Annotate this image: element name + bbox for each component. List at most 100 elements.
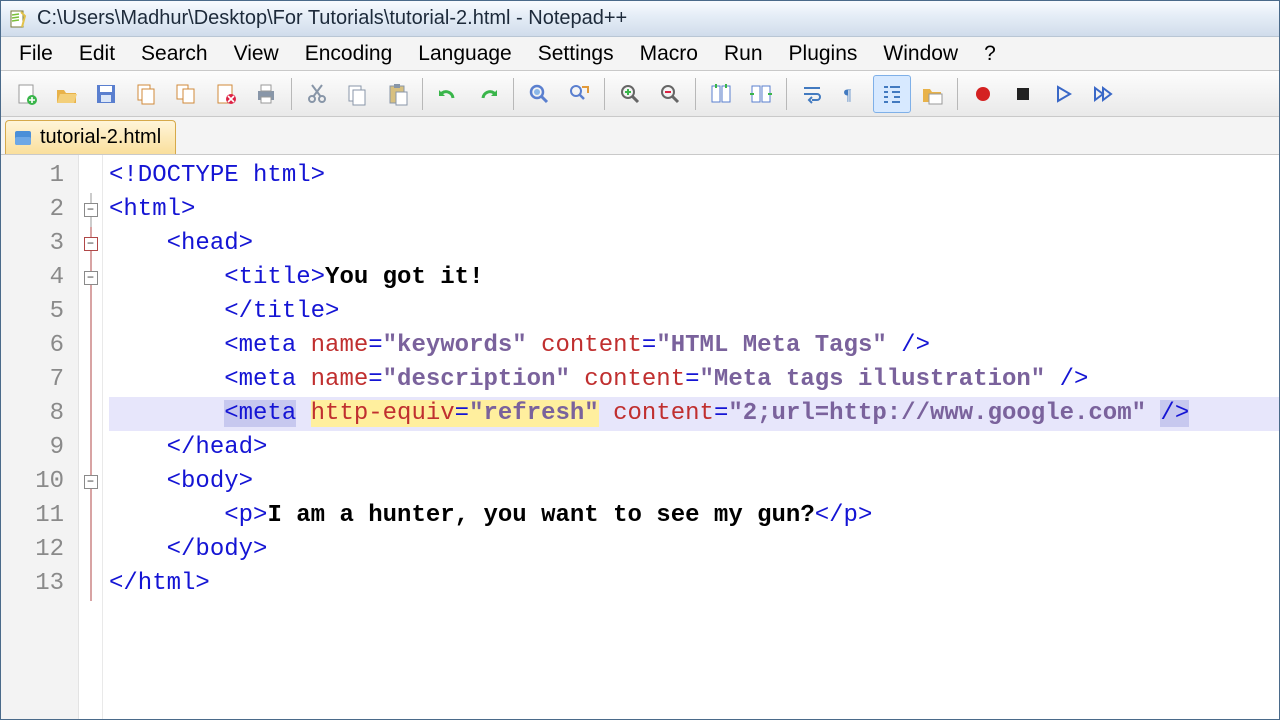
fold-cell: − [79, 465, 102, 499]
app-window: C:\Users\Madhur\Desktop\For Tutorials\tu… [0, 0, 1280, 720]
play-button[interactable] [1044, 75, 1082, 113]
code-line: <p>I am a hunter, you want to see my gun… [109, 499, 1279, 533]
line-number: 6 [1, 329, 64, 363]
stop-button[interactable] [1004, 75, 1042, 113]
record-button[interactable] [964, 75, 1002, 113]
code-line: </body> [109, 533, 1279, 567]
menu-macro[interactable]: Macro [628, 38, 710, 70]
undo-icon [436, 82, 460, 106]
copy-button[interactable] [127, 75, 165, 113]
menu-help[interactable]: ? [972, 38, 1008, 70]
sync-v-button[interactable] [702, 75, 740, 113]
code-line-current: <meta http-equiv="refresh" content="2;ur… [109, 397, 1279, 431]
record-icon [971, 82, 995, 106]
copy-all-icon [174, 82, 198, 106]
code-line: <html> [109, 193, 1279, 227]
fold-cell [79, 329, 102, 363]
new-file-button[interactable] [7, 75, 45, 113]
folder-view-button[interactable] [913, 75, 951, 113]
fold-cell [79, 295, 102, 329]
line-number: 4 [1, 261, 64, 295]
print-icon [254, 82, 278, 106]
code-area[interactable]: <!DOCTYPE html> <html> <head> <title>You… [103, 155, 1279, 719]
menu-view[interactable]: View [222, 38, 291, 70]
sync-h-icon [749, 82, 773, 106]
titlebar: C:\Users\Madhur\Desktop\For Tutorials\tu… [1, 1, 1279, 37]
fold-toggle-icon[interactable]: − [84, 271, 98, 285]
zoom-in-button[interactable] [611, 75, 649, 113]
find-button[interactable] [520, 75, 558, 113]
line-number: 3 [1, 227, 64, 261]
indent-guide-button[interactable] [873, 75, 911, 113]
sync-h-button[interactable] [742, 75, 780, 113]
copy-all-button[interactable] [167, 75, 205, 113]
app-icon [7, 8, 29, 30]
show-symbols-button[interactable]: ¶ [833, 75, 871, 113]
sync-v-icon [709, 82, 733, 106]
menu-run[interactable]: Run [712, 38, 775, 70]
fast-forward-button[interactable] [1084, 75, 1122, 113]
fold-toggle-icon[interactable]: − [84, 475, 98, 489]
menu-search[interactable]: Search [129, 38, 220, 70]
toolbar: ¶ [1, 71, 1279, 117]
tabbar: tutorial-2.html [1, 117, 1279, 155]
editor[interactable]: 12345678910111213 −−−− <!DOCTYPE html> <… [1, 155, 1279, 719]
fold-cell [79, 397, 102, 431]
line-number: 9 [1, 431, 64, 465]
clipboard-copy-button[interactable] [338, 75, 376, 113]
cut-icon [305, 82, 329, 106]
line-number: 12 [1, 533, 64, 567]
cut-button[interactable] [298, 75, 336, 113]
open-folder-button[interactable] [47, 75, 85, 113]
menu-file[interactable]: File [7, 38, 65, 70]
new-file-icon [14, 82, 38, 106]
code-line: <title>You got it! [109, 261, 1279, 295]
menu-language[interactable]: Language [406, 38, 523, 70]
find-replace-icon [567, 82, 591, 106]
fold-column: − − − − [79, 155, 103, 719]
tab-label: tutorial-2.html [40, 126, 161, 149]
line-number: 1 [1, 159, 64, 193]
fold-cell: − [79, 261, 102, 295]
code-line: </head> [109, 431, 1279, 465]
code-line: <meta name="keywords" content="HTML Meta… [109, 329, 1279, 363]
line-number: 7 [1, 363, 64, 397]
line-number: 2 [1, 193, 64, 227]
fold-cell [79, 499, 102, 533]
fold-toggle-icon[interactable]: − [84, 237, 98, 251]
folder-view-icon [920, 82, 944, 106]
code-line: <body> [109, 465, 1279, 499]
fold-cell: − [79, 227, 102, 261]
zoom-in-icon [618, 82, 642, 106]
fold-cell [79, 567, 102, 601]
clipboard-copy-icon [345, 82, 369, 106]
save-disk-icon [94, 82, 118, 106]
menu-settings[interactable]: Settings [526, 38, 626, 70]
save-disk-button[interactable] [87, 75, 125, 113]
menu-encoding[interactable]: Encoding [293, 38, 405, 70]
print-button[interactable] [247, 75, 285, 113]
undo-button[interactable] [429, 75, 467, 113]
close-doc-icon [214, 82, 238, 106]
menu-edit[interactable]: Edit [67, 38, 127, 70]
menu-window[interactable]: Window [871, 38, 970, 70]
fold-cell [79, 159, 102, 193]
redo-icon [476, 82, 500, 106]
svg-text:¶: ¶ [844, 87, 852, 104]
redo-button[interactable] [469, 75, 507, 113]
fold-cell [79, 431, 102, 465]
close-doc-button[interactable] [207, 75, 245, 113]
fold-cell [79, 533, 102, 567]
paste-button[interactable] [378, 75, 416, 113]
zoom-out-button[interactable] [651, 75, 689, 113]
word-wrap-button[interactable] [793, 75, 831, 113]
fold-toggle-icon[interactable]: − [84, 203, 98, 217]
find-replace-button[interactable] [560, 75, 598, 113]
code-line: </html> [109, 567, 1279, 601]
play-icon [1051, 82, 1075, 106]
tab-tutorial-2[interactable]: tutorial-2.html [5, 120, 176, 154]
word-wrap-icon [800, 82, 824, 106]
line-number-gutter: 12345678910111213 [1, 155, 79, 719]
line-number: 10 [1, 465, 64, 499]
menu-plugins[interactable]: Plugins [777, 38, 870, 70]
